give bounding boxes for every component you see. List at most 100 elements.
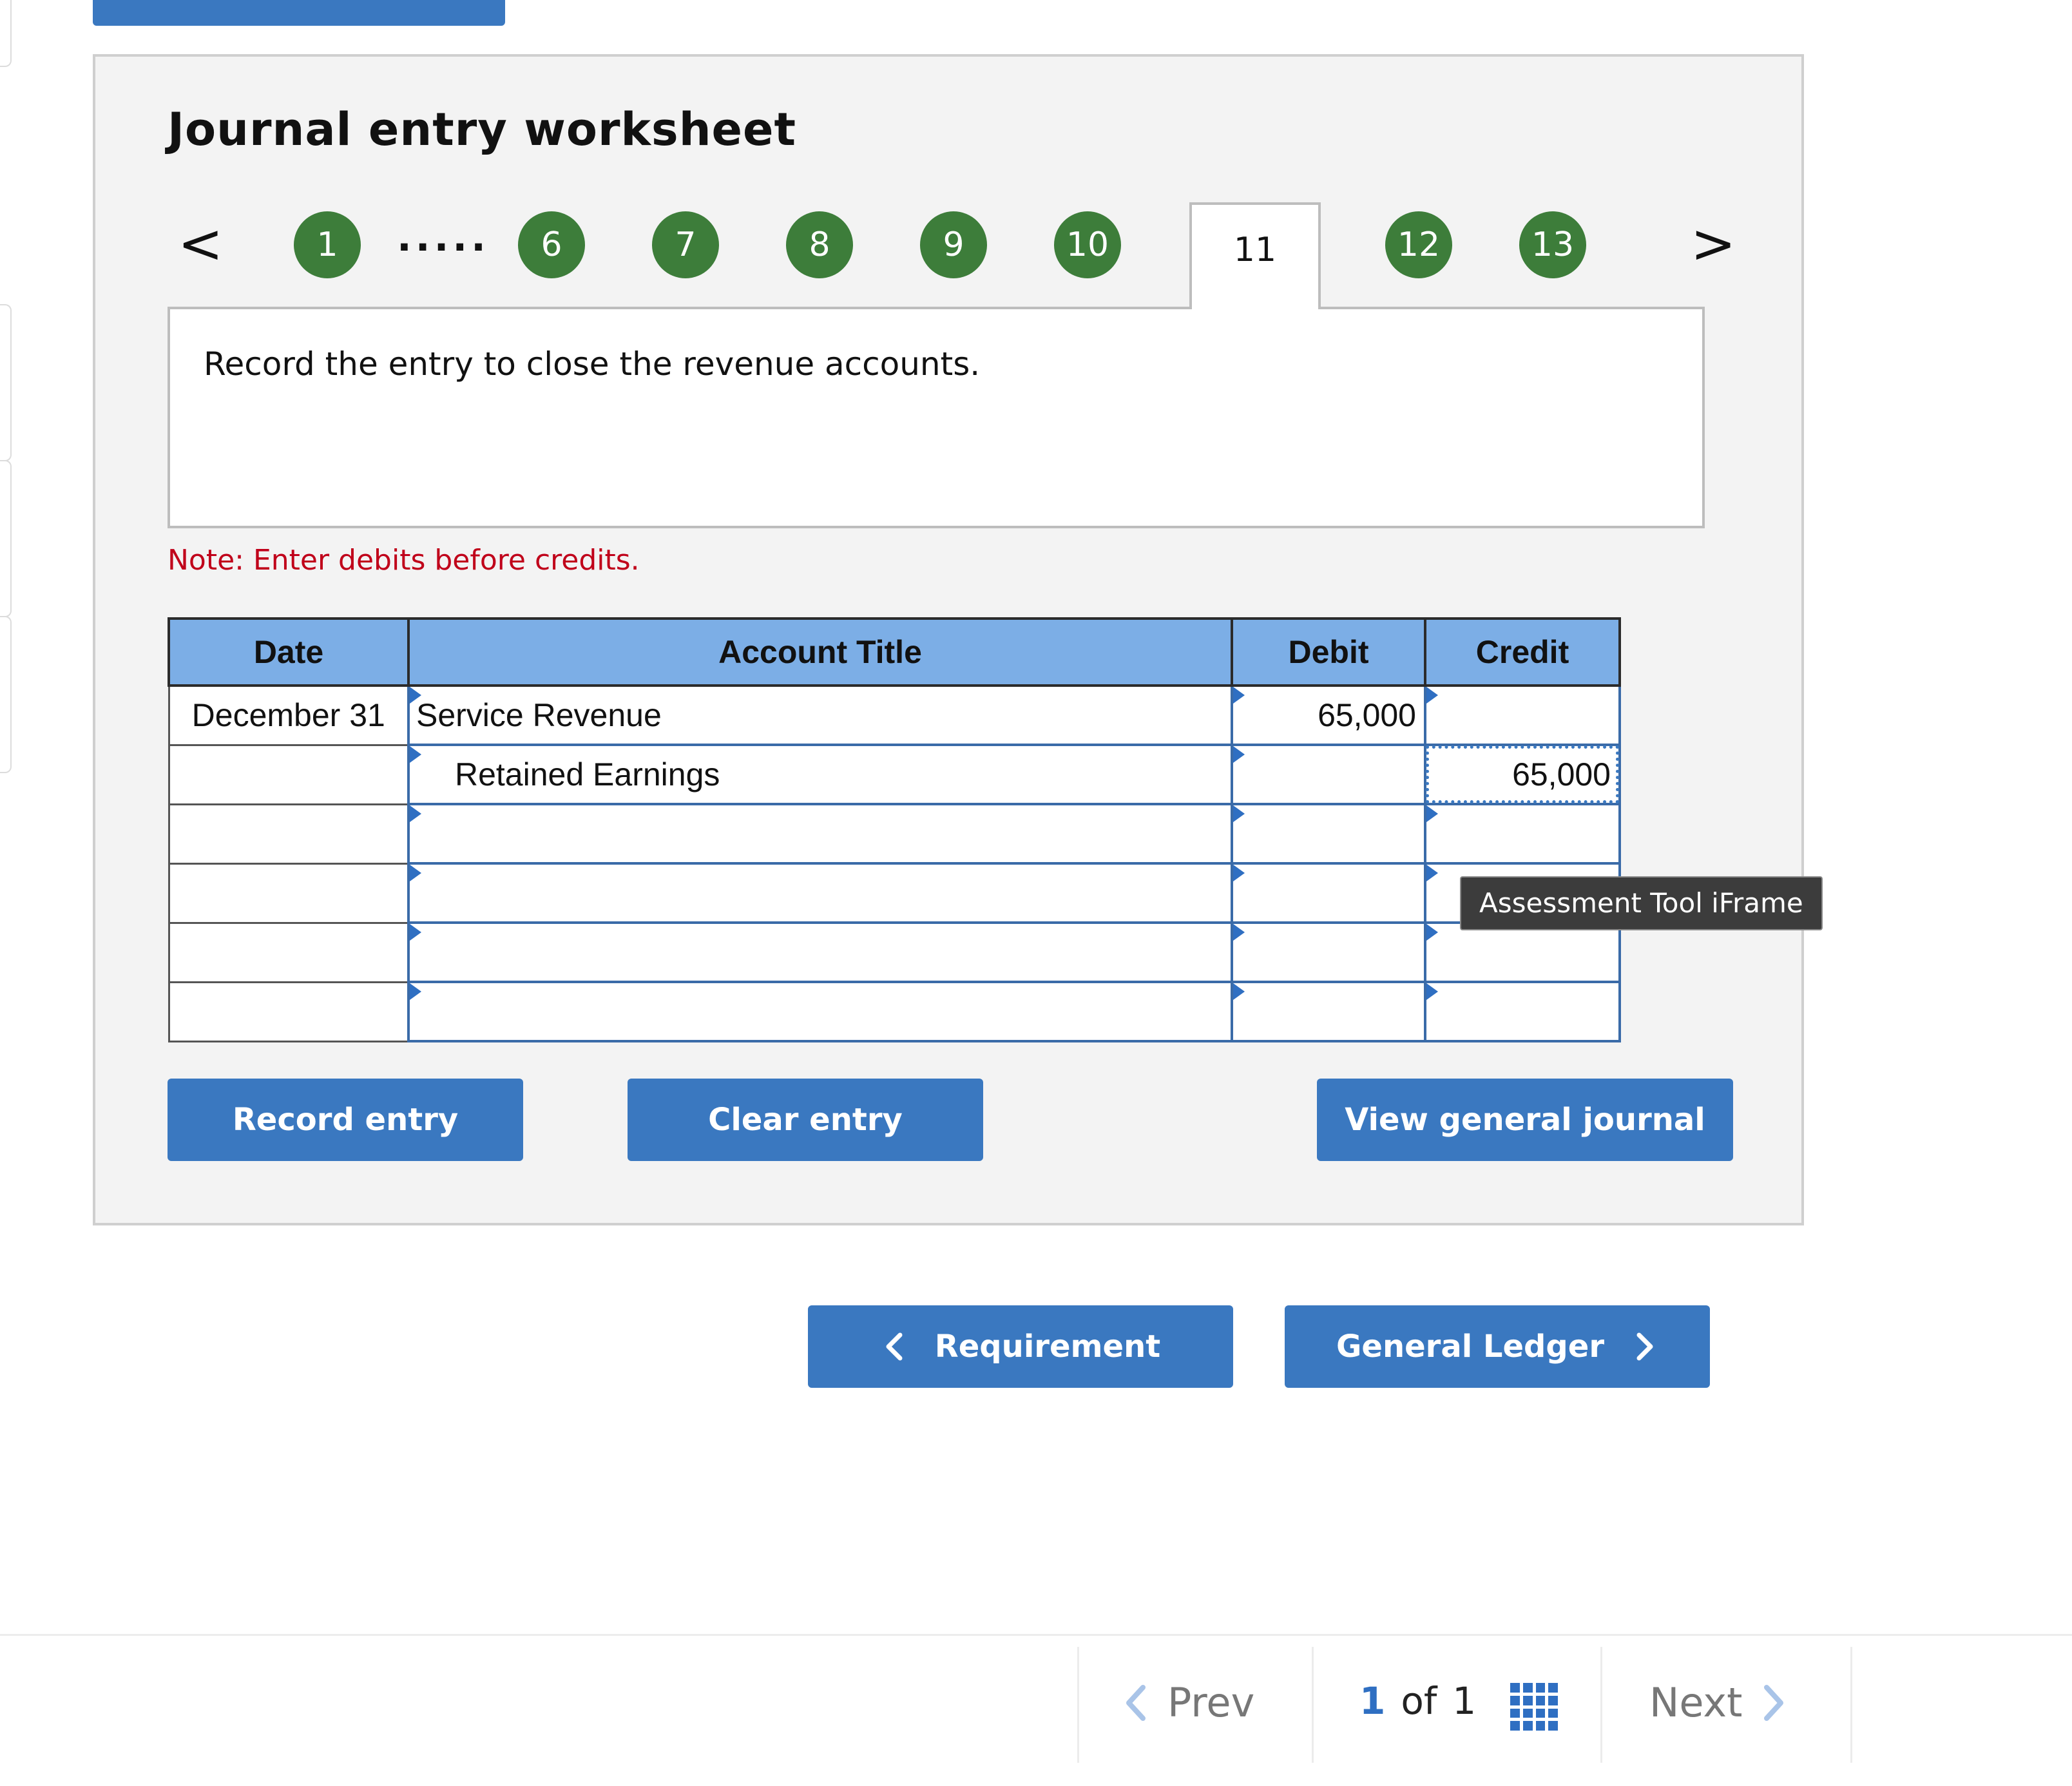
cell-marker-icon [1233, 924, 1245, 941]
date-cell [168, 803, 410, 865]
debit-input[interactable] [1231, 803, 1426, 865]
page-of: of [1401, 1679, 1437, 1723]
steps-ellipsis: ..... [397, 215, 490, 260]
step-6[interactable]: 6 [518, 211, 585, 278]
account-title-input[interactable] [407, 803, 1233, 865]
debit-input[interactable]: 65,000 [1231, 684, 1426, 746]
account-title-input[interactable]: Service Revenue [407, 684, 1233, 746]
step-9[interactable]: 9 [920, 211, 987, 278]
requirement-button[interactable]: Requirement [808, 1305, 1233, 1388]
table-row: Retained Earnings 65,000 [168, 744, 1621, 805]
left-edge-stub [0, 616, 12, 773]
table-header-row: Date Account Title Debit Credit [168, 617, 1621, 687]
credit-input[interactable] [1424, 803, 1621, 865]
date-cell [168, 921, 410, 983]
prev-page-button[interactable]: Prev [1121, 1679, 1254, 1726]
account-title-input[interactable] [407, 921, 1233, 983]
date-cell [168, 862, 410, 924]
cell-marker-icon [410, 805, 421, 822]
prev-label: Prev [1167, 1679, 1255, 1726]
total-pages: 1 [1452, 1679, 1477, 1723]
grid-icon[interactable] [1510, 1683, 1558, 1731]
step-11-active-tab[interactable]: 11 [1189, 202, 1321, 309]
account-title-value: Retained Earnings [455, 756, 720, 792]
debit-value: 65,000 [1318, 697, 1416, 733]
cell-marker-icon [1426, 805, 1438, 822]
next-page-button[interactable]: Next [1649, 1679, 1789, 1726]
requirement-label: Requirement [934, 1329, 1161, 1365]
header-date: Date [168, 617, 410, 687]
general-ledger-label: General Ledger [1336, 1329, 1604, 1365]
left-edge-stub [0, 460, 12, 617]
debit-input[interactable] [1231, 921, 1426, 983]
account-title-input[interactable] [407, 981, 1233, 1042]
top-tab-button[interactable] [93, 0, 505, 26]
step-10[interactable]: 10 [1054, 211, 1121, 278]
current-page: 1 [1359, 1679, 1386, 1723]
view-general-journal-button[interactable]: View general journal [1317, 1079, 1733, 1161]
table-row [168, 921, 1621, 983]
cell-marker-icon [1426, 865, 1438, 881]
cell-marker-icon [1233, 805, 1245, 822]
table-row [168, 803, 1621, 865]
cell-marker-icon [410, 924, 421, 941]
account-title-value: Service Revenue [416, 697, 662, 733]
footer-separator [1600, 1647, 1602, 1763]
general-ledger-button[interactable]: General Ledger [1285, 1305, 1710, 1388]
date-cell [168, 981, 410, 1042]
date-cell: December 31 [168, 684, 410, 746]
table-row [168, 981, 1621, 1042]
left-edge-stub [0, 0, 12, 67]
cell-marker-icon [1233, 746, 1245, 763]
step-13[interactable]: 13 [1519, 211, 1586, 278]
page-indicator: 1 of 1 [1359, 1679, 1476, 1723]
debit-input[interactable] [1231, 862, 1426, 924]
account-title-input[interactable] [407, 862, 1233, 924]
cell-marker-icon [1233, 865, 1245, 881]
credit-input[interactable] [1424, 981, 1621, 1042]
cell-marker-icon [1426, 983, 1438, 1000]
footer-separator [1312, 1647, 1314, 1763]
table-row [168, 862, 1621, 924]
step-8[interactable]: 8 [786, 211, 853, 278]
account-title-input[interactable]: Retained Earnings [407, 744, 1233, 805]
step-7[interactable]: 7 [652, 211, 719, 278]
assessment-tool-tooltip: Assessment Tool iFrame [1460, 876, 1823, 930]
cell-marker-icon [1426, 924, 1438, 941]
journal-entry-table: Date Account Title Debit Credit December… [168, 617, 1621, 1042]
header-debit: Debit [1231, 617, 1426, 687]
cell-marker-icon [1426, 687, 1438, 704]
debit-input[interactable] [1231, 981, 1426, 1042]
credit-input[interactable] [1424, 684, 1621, 746]
clear-entry-button[interactable]: Clear entry [628, 1079, 983, 1161]
debit-input[interactable] [1231, 744, 1426, 805]
header-account-title: Account Title [407, 617, 1233, 687]
table-row: December 31 Service Revenue 65,000 [168, 684, 1621, 746]
credit-input-focused[interactable]: 65,000 [1424, 744, 1621, 805]
worksheet-title: Journal entry worksheet [168, 103, 796, 156]
instruction-text: Record the entry to close the revenue ac… [204, 345, 981, 383]
next-label: Next [1649, 1679, 1743, 1726]
step-12[interactable]: 12 [1385, 211, 1452, 278]
date-cell [168, 744, 410, 805]
left-edge-stub [0, 304, 12, 461]
chevron-right-icon [1764, 1684, 1784, 1721]
step-1[interactable]: 1 [294, 211, 361, 278]
chevron-left-icon [886, 1332, 903, 1361]
footer-separator [1850, 1647, 1852, 1763]
header-credit: Credit [1424, 617, 1621, 687]
note-text: Note: Enter debits before credits. [168, 544, 640, 577]
footer-separator [1077, 1647, 1079, 1763]
cell-marker-icon [1233, 687, 1245, 704]
chevron-right-icon[interactable]: > [1691, 216, 1736, 271]
footer-divider [0, 1634, 2072, 1636]
chevron-right-icon [1636, 1332, 1653, 1361]
credit-value: 65,000 [1512, 756, 1611, 792]
record-entry-button[interactable]: Record entry [168, 1079, 523, 1161]
cell-marker-icon [410, 983, 421, 1000]
chevron-left-icon[interactable]: < [178, 216, 223, 271]
credit-input[interactable] [1424, 921, 1621, 983]
chevron-left-icon [1126, 1684, 1146, 1721]
journal-worksheet-panel: Journal entry worksheet < 1 ..... 6 7 8 … [93, 54, 1804, 1225]
cell-marker-icon [410, 865, 421, 881]
